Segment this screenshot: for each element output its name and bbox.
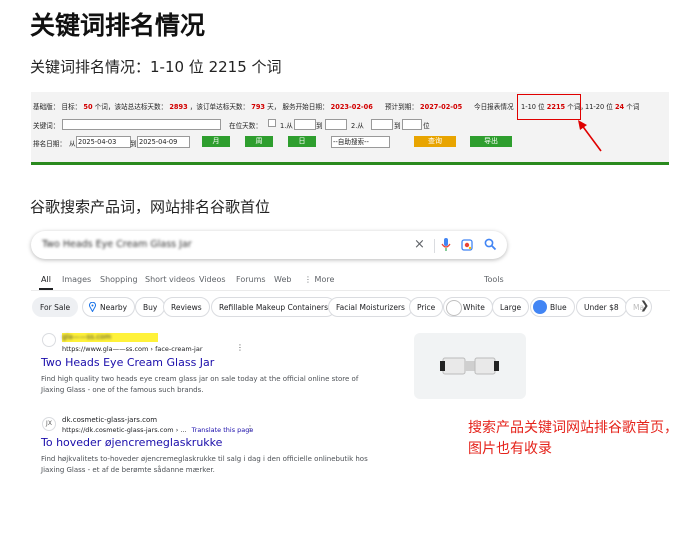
date-from-input[interactable]: 2025-04-03 <box>76 136 131 148</box>
result2-site-name[interactable]: dk.cosmetic-glass-jars.com <box>62 416 157 424</box>
start-date-value: 2023-02-06 <box>330 103 373 111</box>
search-divider <box>434 239 435 253</box>
range1-to-input[interactable] <box>325 119 347 130</box>
red-arrow-icon <box>578 120 602 152</box>
target-label: 目标： <box>61 103 82 111</box>
result1-url-text: https://www.gla——ss.com › face-cream-jar <box>62 345 203 353</box>
position-days-checkbox[interactable] <box>268 119 276 127</box>
result1-site-name[interactable]: gla——ss.com <box>62 333 111 341</box>
highlight-box <box>517 94 581 120</box>
rank-11-20-unit: 个词 <box>626 103 640 111</box>
chip-under-8[interactable]: Under $8 <box>576 297 627 317</box>
target-text: 个词，该站总达标天数： <box>94 103 168 111</box>
chip-facial-moisturizers[interactable]: Facial Moisturizers <box>328 297 413 317</box>
search-icon[interactable] <box>484 238 497 251</box>
stats-summary-line: 基础版： 目标： 50 个词，该站总达标天数： 2893 ，该订单达标天数： 7… <box>33 101 462 111</box>
tab-videos[interactable]: Videos <box>199 275 226 284</box>
day-button[interactable]: 日 <box>288 136 316 147</box>
chip-nearby-label: Nearby <box>100 303 128 312</box>
tab-web[interactable]: Web <box>274 275 291 284</box>
page-title: 关键词排名情况 <box>30 11 206 40</box>
chip-for-sale[interactable]: For Sale <box>32 297 79 317</box>
chip-refillable-makeup-containers[interactable]: Refillable Makeup Containers <box>211 297 337 317</box>
translate-link[interactable]: Translate this page <box>192 426 254 434</box>
rank-11-20-value: 24 <box>614 103 625 111</box>
product-jar-image <box>440 357 499 375</box>
google-ranking-heading: 谷歌搜索产品词，网站排名谷歌首位 <box>30 198 271 216</box>
tab-images[interactable]: Images <box>62 275 91 284</box>
tab-more[interactable]: ⋮ More <box>304 275 334 284</box>
expire-date-value: 2027-02-05 <box>420 103 463 111</box>
keyword-input[interactable] <box>62 119 221 130</box>
jx-favicon-icon: JX <box>42 417 56 431</box>
plan-label: 基础版： <box>33 103 60 111</box>
order-days-value: 793 <box>251 103 265 111</box>
date-label: 排名日期： <box>33 140 66 148</box>
today-report-label: 今日报表情况 <box>474 103 514 111</box>
chip-white-label: White <box>463 303 485 312</box>
chip-large[interactable]: Large <box>492 297 530 317</box>
range2-from-label: 2.从 <box>351 122 364 130</box>
rank-11-20-range: 11-20 位 <box>585 103 613 111</box>
microphone-icon[interactable] <box>441 238 451 252</box>
order-days-label: ，该订单达标天数： <box>189 103 250 111</box>
result2-more-icon[interactable]: ⋮ <box>246 424 254 433</box>
chevron-right-icon[interactable]: ❯ <box>640 299 649 312</box>
result2-title[interactable]: To hoveder øjencremeglaskrukke <box>41 436 222 449</box>
days-unit: 天， <box>267 103 281 111</box>
result1-title[interactable]: Two Heads Eye Cream Glass Jar <box>41 356 214 369</box>
week-button[interactable]: 周 <box>245 136 273 147</box>
export-button[interactable]: 导出 <box>470 136 512 147</box>
tab-shopping[interactable]: Shopping <box>100 275 138 284</box>
range2-to-label: 到 <box>394 122 401 130</box>
month-button[interactable]: 月 <box>202 136 230 147</box>
rank-unit-label: 位 <box>423 122 430 130</box>
camera-icon[interactable] <box>461 239 473 251</box>
clear-icon[interactable]: × <box>414 237 425 252</box>
position-days-label: 在位天数： <box>229 122 262 130</box>
location-pin-icon <box>89 302 96 312</box>
panel-divider <box>31 162 669 165</box>
site-favicon <box>42 333 56 347</box>
total-days-value: 2893 <box>169 103 188 111</box>
chip-buy[interactable]: Buy <box>135 297 166 317</box>
chip-price[interactable]: Price <box>409 297 444 317</box>
keyword-ranking-summary: 关键词排名情况：1-10 位 2215 个词 <box>30 58 282 76</box>
search-query-text[interactable]: Two Heads Eye Cream Glass Jar <box>42 239 192 250</box>
white-swatch-icon <box>446 300 462 316</box>
chip-blue-label: Blue <box>550 303 567 312</box>
expire-date-label: 预计到期： <box>384 103 418 111</box>
query-button[interactable]: 查询 <box>414 136 456 147</box>
date-to-label: 到 <box>130 140 137 148</box>
rank-11-20-stat: 11-20 位 24 个词 <box>585 101 639 111</box>
range1-from-label: 1.从 <box>280 122 293 130</box>
period-select[interactable]: --自助搜索-- <box>331 136 390 148</box>
tab-short-videos[interactable]: Short videos <box>145 275 195 284</box>
keyword-label: 关键词： <box>33 122 60 130</box>
range1-to-label: 到 <box>316 122 323 130</box>
annotation-note: 搜索产品关键词网站排谷歌首页，图片也有收录 <box>468 420 678 457</box>
start-date-label: 服务开始日期： <box>282 103 329 111</box>
tab-all[interactable]: All <box>41 275 51 284</box>
result1-description: Find high quality two heads eye cream gl… <box>41 375 359 394</box>
result2-url[interactable]: https://dk.cosmetic-glass-jars.com › ...… <box>62 426 253 434</box>
tab-forums[interactable]: Forums <box>236 275 266 284</box>
result1-url[interactable]: https://www.gla——ss.com › face-cream-jar <box>62 345 203 353</box>
target-value: 50 <box>83 103 93 111</box>
range2-to-input[interactable] <box>402 119 422 130</box>
result1-more-icon[interactable]: ⋮ <box>236 343 244 352</box>
tools-button[interactable]: Tools <box>484 275 504 284</box>
date-from-label: 从 <box>69 140 76 148</box>
result2-url-text: https://dk.cosmetic-glass-jars.com › ... <box>62 426 187 434</box>
result2-description: Find højkvalitets to-hoveder øjencremegl… <box>41 455 368 474</box>
blue-swatch-icon <box>533 300 547 314</box>
chip-reviews[interactable]: Reviews <box>163 297 210 317</box>
range1-from-input[interactable] <box>294 119 316 130</box>
date-to-input[interactable]: 2025-04-09 <box>137 136 190 148</box>
tab-divider <box>31 290 670 291</box>
range2-from-input[interactable] <box>371 119 393 130</box>
